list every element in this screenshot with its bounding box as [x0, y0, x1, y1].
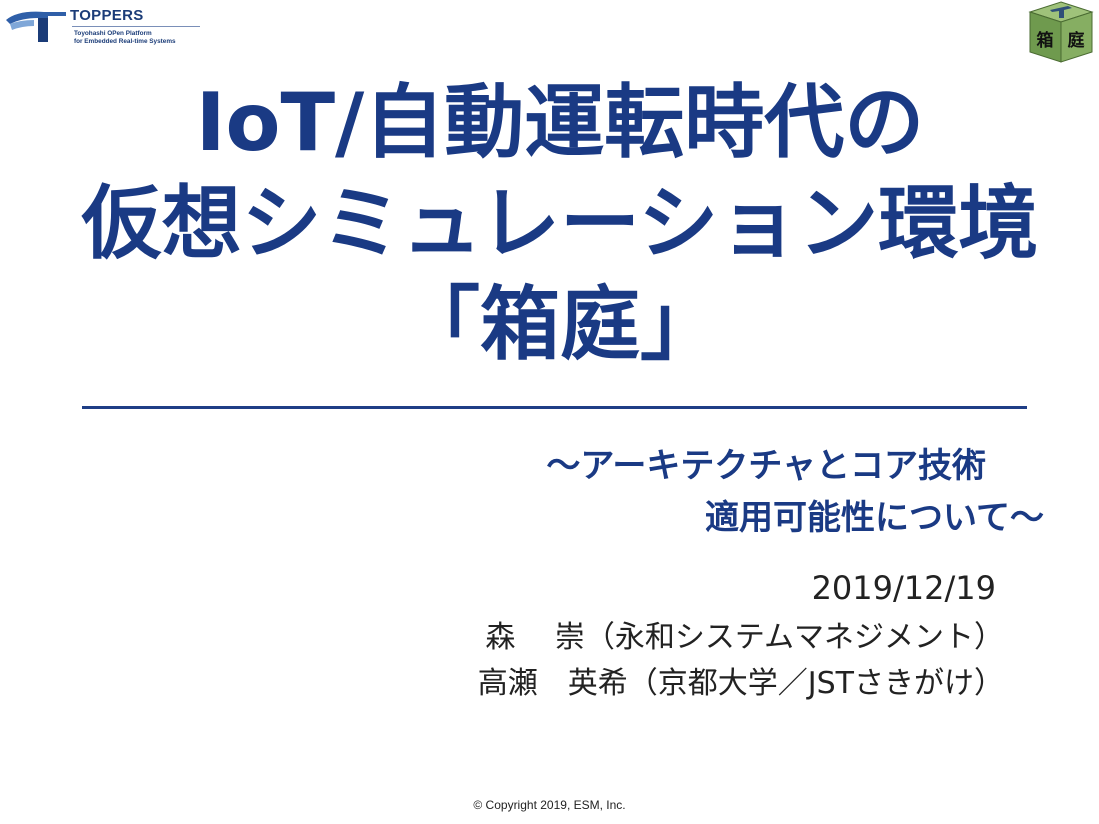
- subtitle-line-1: ～アーキテクチャとコア技術: [546, 446, 986, 486]
- slide-title: IoT/自動運転時代の 仮想シミュレーション環境 「箱庭」: [60, 72, 1060, 375]
- toppers-logo: TOPPERS Toyohashi OPen Platform for Embe…: [4, 4, 204, 46]
- title-line-3: 「箱庭」: [400, 278, 720, 371]
- logo-name: TOPPERS: [70, 7, 144, 24]
- toppers-logo-icon: [6, 11, 66, 42]
- author-2: 高瀬 英希（京都大学／JSTさきがけ）: [477, 666, 1004, 701]
- logo-subtitle-line2: for Embedded Real-time Systems: [74, 38, 176, 45]
- title-line-1: IoT/自動運転時代の: [195, 76, 925, 169]
- copyright-notice: © Copyright 2019, ESM, Inc.: [473, 798, 626, 812]
- logo-subtitle-line1: Toyohashi OPen Platform: [74, 30, 152, 37]
- badge-char-1: 箱: [1037, 30, 1054, 51]
- subtitle-line-2: 適用可能性について～: [705, 498, 1044, 538]
- slide-subtitle: ～アーキテクチャとコア技術 適用可能性について～: [546, 440, 1044, 544]
- presentation-date: 2019/12/19: [811, 569, 996, 607]
- badge-char-2: 庭: [1068, 30, 1085, 51]
- author-1: 森 崇（永和システムマネジメント）: [485, 620, 1004, 655]
- title-line-2: 仮想シミュレーション環境: [81, 177, 1039, 270]
- logo-divider: [72, 26, 200, 27]
- hakoniwa-cube-icon: 箱 庭: [1028, 1, 1094, 63]
- title-divider: [82, 406, 1027, 409]
